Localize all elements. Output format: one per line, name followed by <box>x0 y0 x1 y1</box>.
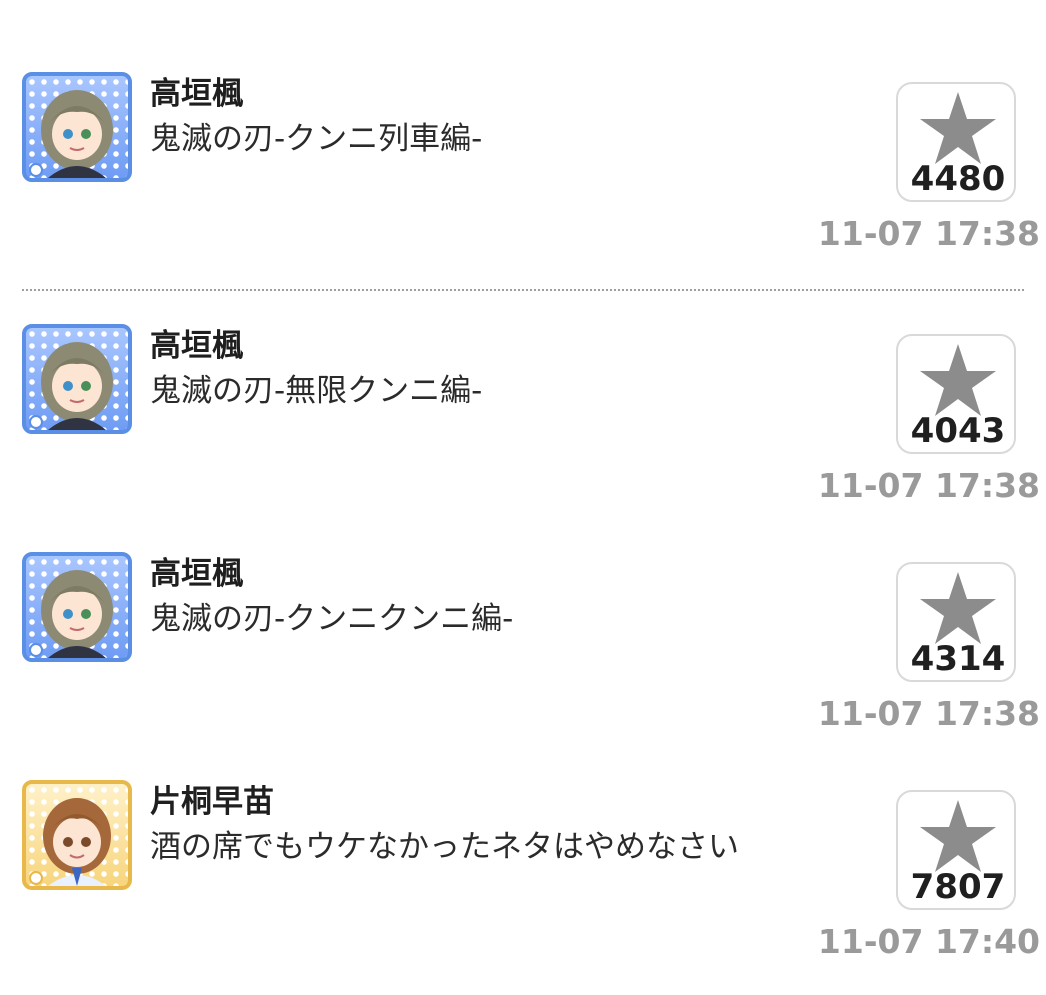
star-count: 4043 <box>910 411 1006 451</box>
author-name[interactable]: 高垣楓 <box>150 554 243 594</box>
post-item[interactable]: 高垣楓 鬼滅の刃-クンニクンニ編- 4314 11-07 17:38 <box>0 552 1046 752</box>
star-button[interactable]: 4480 <box>896 82 1016 202</box>
message-text: 鬼滅の刃-クンニ列車編- <box>150 121 483 157</box>
message-text: 鬼滅の刃-クンニクンニ編- <box>150 601 514 637</box>
post-item[interactable]: 高垣楓 鬼滅の刃-無限クンニ編- 4043 11-07 17:38 <box>0 324 1046 524</box>
timestamp: 11-07 17:40 <box>817 922 1040 961</box>
avatar[interactable] <box>22 780 132 890</box>
avatar[interactable] <box>22 72 132 182</box>
avatar[interactable] <box>22 324 132 434</box>
star-count: 7807 <box>910 867 1006 907</box>
star-icon <box>920 572 996 644</box>
avatar-illustration <box>29 342 113 430</box>
timestamp: 11-07 17:38 <box>817 214 1040 253</box>
avatar-illustration <box>29 90 113 178</box>
timestamp: 11-07 17:38 <box>817 466 1040 505</box>
author-name[interactable]: 片桐早苗 <box>150 782 274 822</box>
divider <box>22 289 1024 291</box>
star-button[interactable]: 7807 <box>896 790 1016 910</box>
star-button[interactable]: 4043 <box>896 334 1016 454</box>
star-count: 4314 <box>910 639 1006 679</box>
post-item[interactable]: 高垣楓 鬼滅の刃-クンニ列車編- 4480 11-07 17:38 <box>0 72 1046 272</box>
avatar-illustration <box>29 570 113 658</box>
post-feed: 高垣楓 鬼滅の刃-クンニ列車編- 4480 11-07 17:38 高垣楓 鬼滅… <box>0 0 1046 995</box>
message-text: 鬼滅の刃-無限クンニ編- <box>150 373 483 409</box>
star-icon <box>920 344 996 416</box>
author-name[interactable]: 高垣楓 <box>150 74 243 114</box>
avatar-illustration <box>29 798 111 886</box>
timestamp: 11-07 17:38 <box>817 694 1040 733</box>
star-icon <box>920 92 996 164</box>
post-item[interactable]: 片桐早苗 酒の席でもウケなかったネタはやめなさい 7807 11-07 17:4… <box>0 780 1046 980</box>
author-name[interactable]: 高垣楓 <box>150 326 243 366</box>
star-icon <box>920 800 996 872</box>
message-text: 酒の席でもウケなかったネタはやめなさい <box>150 829 739 865</box>
avatar[interactable] <box>22 552 132 662</box>
star-count: 4480 <box>910 159 1006 199</box>
star-button[interactable]: 4314 <box>896 562 1016 682</box>
